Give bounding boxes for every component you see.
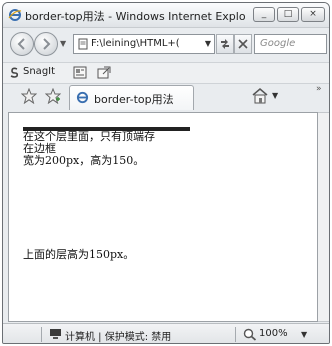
browser-window: border-top用法 - Windows Internet Explor..… (2, 2, 330, 344)
ie-logo-icon (8, 9, 22, 21)
recent-pages-dropdown-icon[interactable]: ▼ (60, 39, 66, 48)
zoom-magnifier-icon[interactable] (243, 328, 257, 341)
zoom-dropdown-icon[interactable]: ▼ (301, 330, 307, 339)
favorites-star-icon[interactable] (21, 88, 37, 104)
block1-line: 宽为200px，高为150。 (23, 154, 145, 167)
stop-icon (238, 39, 248, 49)
home-icon[interactable] (251, 87, 269, 104)
snagit-logo-icon (10, 67, 19, 78)
computer-zone-icon (50, 329, 61, 339)
snagit-capture-icon[interactable] (73, 66, 87, 79)
snagit-editor-icon[interactable] (97, 66, 111, 79)
status-bar: 计算机 | 保护模式: 禁用 100% ▼ (3, 323, 329, 343)
back-button[interactable] (10, 32, 34, 56)
status-separator (41, 327, 42, 342)
snagit-label[interactable]: SnagIt (23, 66, 55, 77)
navigation-bar: ▼ F:\leining\HTML+( ▼ Google (3, 28, 329, 62)
back-arrow-icon (17, 38, 25, 50)
address-text[interactable]: F:\leining\HTML+( (91, 38, 195, 49)
close-button[interactable]: × (301, 7, 325, 22)
add-favorite-icon[interactable] (45, 88, 61, 104)
top-bordered-div: 在这个层里面，只有顶端存 在边框 宽为200px，高为150。 (23, 127, 190, 227)
second-div: 上面的层高为150px。 (23, 249, 223, 261)
refresh-icon (221, 39, 229, 49)
refresh-button[interactable] (216, 34, 234, 54)
status-separator (235, 327, 236, 342)
address-bar[interactable]: F:\leining\HTML+( ▼ (73, 34, 215, 54)
search-input[interactable]: Google (254, 34, 327, 54)
tab-bar: border-top用法 ▼ » (3, 83, 329, 112)
tab-border-top[interactable]: border-top用法 (69, 85, 194, 110)
title-bar: border-top用法 - Windows Internet Explor..… (3, 3, 329, 28)
more-tools-chevron-icon[interactable]: » (316, 84, 322, 94)
search-placeholder: Google (260, 38, 296, 49)
zoom-level[interactable]: 100% (259, 328, 288, 339)
home-dropdown-icon[interactable]: ▼ (272, 91, 278, 100)
maximize-button[interactable]: □ (277, 7, 299, 22)
window-title: border-top用法 - Windows Internet Explor..… (25, 10, 245, 23)
security-zone-text[interactable]: 计算机 | 保护模式: 禁用 (65, 328, 171, 343)
forward-button[interactable] (34, 32, 58, 56)
snagit-toolbar: SnagIt (3, 62, 329, 84)
minimize-button[interactable]: _ (253, 7, 275, 22)
page-icon (78, 38, 88, 50)
tab-label: border-top用法 (94, 93, 174, 106)
page-content: 在这个层里面，只有顶端存 在边框 宽为200px，高为150。 上面的层高为15… (8, 112, 318, 322)
ie-page-icon (76, 91, 89, 104)
address-dropdown-icon[interactable]: ▼ (205, 39, 211, 48)
block2-text: 上面的层高为150px。 (23, 248, 135, 261)
forward-arrow-icon (43, 38, 51, 50)
stop-button[interactable] (234, 34, 252, 54)
vertical-scrollbar[interactable] (318, 112, 329, 322)
